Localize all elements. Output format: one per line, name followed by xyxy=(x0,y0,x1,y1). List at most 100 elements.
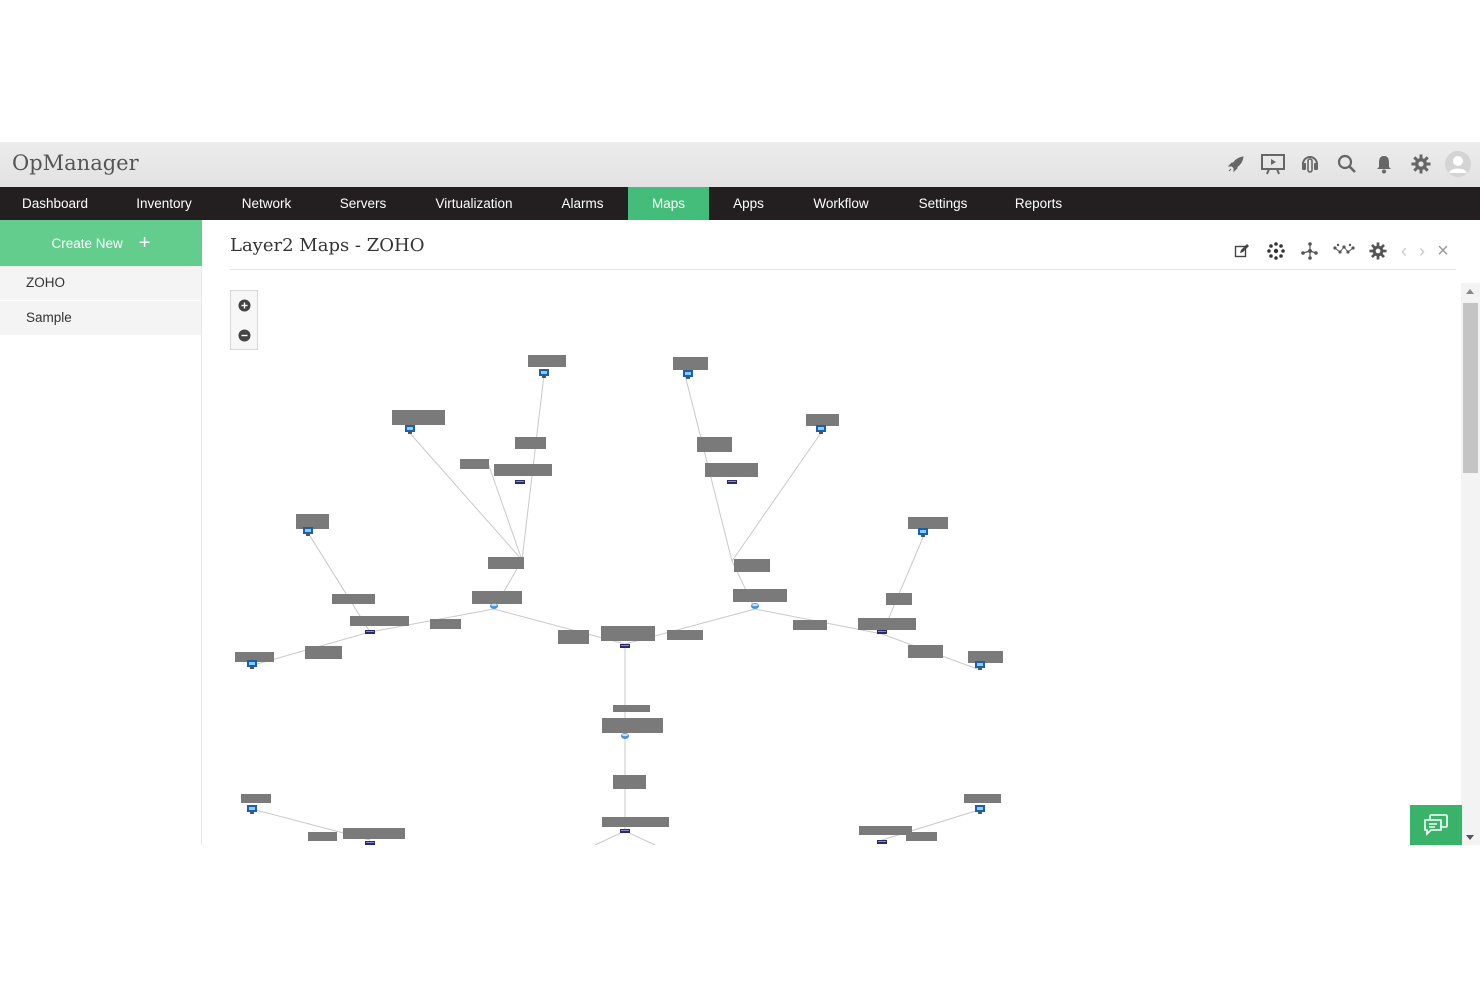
node-label[interactable] xyxy=(460,459,489,469)
settings-icon[interactable] xyxy=(1402,150,1439,178)
node-label[interactable] xyxy=(332,594,375,604)
device-router-icon[interactable] xyxy=(621,733,629,739)
vertical-scrollbar[interactable] xyxy=(1461,283,1480,845)
nav-apps[interactable]: Apps xyxy=(709,187,788,220)
node-label[interactable] xyxy=(241,794,271,803)
nav-workflow[interactable]: Workflow xyxy=(788,187,894,220)
layout-hierarchy-icon[interactable] xyxy=(1293,238,1327,264)
node-label[interactable] xyxy=(343,828,405,839)
close-icon[interactable]: × xyxy=(1431,240,1455,263)
node-label[interactable] xyxy=(733,589,787,602)
node-label[interactable] xyxy=(705,463,758,477)
layout-mesh-icon[interactable] xyxy=(1327,238,1361,264)
node-label[interactable] xyxy=(430,619,461,629)
nav-settings[interactable]: Settings xyxy=(894,187,992,220)
device-switch-icon[interactable] xyxy=(620,644,630,648)
device-router-icon[interactable] xyxy=(751,603,759,609)
device-switch-icon[interactable] xyxy=(727,480,737,484)
headset-icon[interactable] xyxy=(1291,150,1328,178)
presentation-icon[interactable] xyxy=(1254,150,1291,178)
next-icon[interactable]: › xyxy=(1413,241,1431,262)
device-monitor-icon[interactable] xyxy=(539,369,549,378)
device-monitor-icon[interactable] xyxy=(405,425,415,434)
node-label[interactable] xyxy=(734,559,770,572)
node-label[interactable] xyxy=(472,591,522,604)
node-label[interactable] xyxy=(392,410,445,425)
node-label[interactable] xyxy=(806,414,839,426)
edit-icon[interactable] xyxy=(1225,238,1259,264)
layout-radial-icon[interactable] xyxy=(1259,238,1293,264)
node-label[interactable] xyxy=(308,832,337,841)
node-label[interactable] xyxy=(886,593,912,605)
create-new-button[interactable]: Create New + xyxy=(0,220,202,266)
node-label[interactable] xyxy=(558,630,589,644)
node-label[interactable] xyxy=(964,794,1001,803)
device-switch-icon[interactable] xyxy=(620,829,630,833)
user-avatar-icon[interactable] xyxy=(1439,150,1476,178)
search-icon[interactable] xyxy=(1328,150,1365,178)
map-link xyxy=(731,429,824,562)
plus-icon: + xyxy=(138,231,151,254)
device-switch-icon[interactable] xyxy=(365,630,375,634)
device-monitor-icon[interactable] xyxy=(975,805,985,814)
device-router-icon[interactable] xyxy=(490,603,498,609)
zoom-out-icon[interactable] xyxy=(237,328,251,342)
app-logo[interactable]: OpManager xyxy=(12,151,139,175)
node-label[interactable] xyxy=(602,817,669,827)
scroll-down-icon[interactable] xyxy=(1466,835,1474,840)
node-label[interactable] xyxy=(305,646,342,659)
nav-network[interactable]: Network xyxy=(218,187,315,220)
node-label[interactable] xyxy=(494,464,552,476)
node-label[interactable] xyxy=(859,826,912,835)
node-label[interactable] xyxy=(613,705,650,712)
node-label[interactable] xyxy=(601,626,655,641)
node-label[interactable] xyxy=(906,832,937,841)
sidebar-item-sample[interactable]: Sample xyxy=(0,301,201,335)
device-switch-icon[interactable] xyxy=(877,840,887,844)
map-toolbar: ‹ › × xyxy=(1225,238,1455,264)
node-label[interactable] xyxy=(613,775,646,789)
node-label[interactable] xyxy=(908,645,943,658)
nav-reports[interactable]: Reports xyxy=(992,187,1085,220)
node-label[interactable] xyxy=(673,357,708,370)
device-monitor-icon[interactable] xyxy=(918,528,928,537)
device-monitor-icon[interactable] xyxy=(247,660,257,669)
node-label[interactable] xyxy=(528,355,566,367)
node-label[interactable] xyxy=(515,437,546,449)
nav-maps[interactable]: Maps xyxy=(628,187,709,220)
sidebar-item-zoho[interactable]: ZOHO xyxy=(0,266,201,300)
node-label[interactable] xyxy=(858,618,916,630)
node-label[interactable] xyxy=(296,514,329,529)
chat-button[interactable] xyxy=(1410,805,1462,845)
map-settings-icon[interactable] xyxy=(1361,238,1395,264)
rocket-icon[interactable] xyxy=(1217,150,1254,178)
device-monitor-icon[interactable] xyxy=(683,370,693,379)
node-label[interactable] xyxy=(602,718,663,733)
previous-icon[interactable]: ‹ xyxy=(1395,241,1413,262)
node-label[interactable] xyxy=(488,557,524,569)
nav-alarms[interactable]: Alarms xyxy=(537,187,628,220)
device-switch-icon[interactable] xyxy=(365,841,375,845)
node-label[interactable] xyxy=(697,437,732,452)
scrollbar-thumb[interactable] xyxy=(1463,303,1478,473)
node-label[interactable] xyxy=(350,616,409,626)
nav-dashboard[interactable]: Dashboard xyxy=(0,187,110,220)
nav-inventory[interactable]: Inventory xyxy=(110,187,218,220)
device-switch-icon[interactable] xyxy=(515,480,525,484)
bell-icon[interactable] xyxy=(1365,150,1402,178)
node-label[interactable] xyxy=(793,620,827,630)
node-label[interactable] xyxy=(667,630,703,640)
node-label[interactable] xyxy=(908,517,948,529)
topology-map[interactable] xyxy=(202,220,1461,845)
device-monitor-icon[interactable] xyxy=(816,425,826,434)
zoom-in-icon[interactable] xyxy=(237,298,251,312)
nav-servers[interactable]: Servers xyxy=(315,187,411,220)
node-label[interactable] xyxy=(968,651,1003,663)
device-switch-icon[interactable] xyxy=(877,630,887,634)
device-monitor-icon[interactable] xyxy=(247,805,257,814)
map-link xyxy=(487,462,523,561)
device-monitor-icon[interactable] xyxy=(303,527,313,536)
nav-virtualization[interactable]: Virtualization xyxy=(411,187,537,220)
scroll-up-icon[interactable] xyxy=(1466,289,1474,294)
main-nav: Dashboard Inventory Network Servers Virt… xyxy=(0,187,1480,220)
